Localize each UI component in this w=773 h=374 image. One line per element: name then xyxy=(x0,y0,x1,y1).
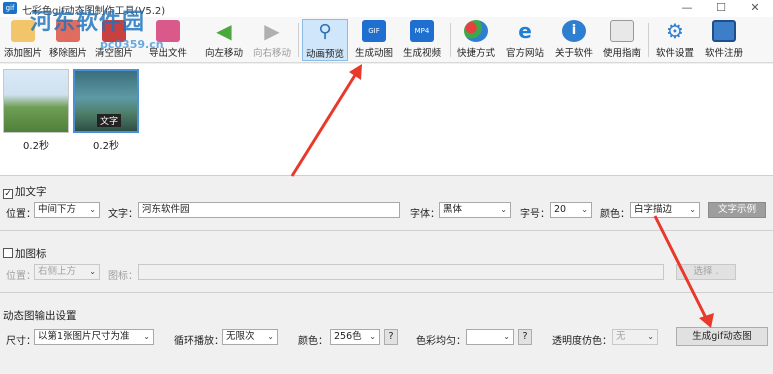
watermark-url: pc0359.cn xyxy=(100,38,164,51)
official-website-button[interactable]: e 官方网站 xyxy=(502,19,548,61)
icon-position-select[interactable]: 右侧上方 ⌄ xyxy=(34,264,100,280)
text-content-label: 文字： xyxy=(108,209,138,220)
toolbar-separator xyxy=(298,23,299,57)
thumbnail-duration: 0.2秒 xyxy=(93,141,119,152)
dither-label: 色彩均匀： xyxy=(416,336,466,347)
chevron-down-icon: ⌄ xyxy=(500,205,507,214)
image-thumbnail[interactable] xyxy=(3,69,69,133)
generate-video-button[interactable]: MP4 生成视频 xyxy=(400,19,444,61)
add-text-checkbox[interactable]: ✓ 加文字 xyxy=(3,184,47,199)
font-label: 字体： xyxy=(410,209,440,220)
app-icon: gif xyxy=(3,2,17,14)
register-icon xyxy=(712,20,736,42)
text-overlay-badge: 文字 xyxy=(97,114,122,127)
icon-path-input[interactable] xyxy=(138,264,664,280)
chevron-down-icon: ⌄ xyxy=(647,332,654,341)
add-icon-checkbox[interactable]: 加图标 xyxy=(3,246,47,261)
chevron-down-icon: ⌄ xyxy=(689,205,696,214)
text-color-select[interactable]: 白字描边 ⌄ xyxy=(630,202,700,218)
loop-label: 循环播放： xyxy=(174,336,224,347)
transparency-dither-label: 透明度仿色： xyxy=(552,336,612,347)
arrow-left-icon: ◀ xyxy=(216,19,232,43)
text-color-label: 颜色： xyxy=(600,209,630,220)
chevron-down-icon: ⌄ xyxy=(89,267,96,276)
arrow-right-icon: ▶ xyxy=(264,19,280,43)
toolbar-separator xyxy=(450,23,451,57)
size-select[interactable]: 以第1张图片尺寸为准 ⌄ xyxy=(34,329,154,345)
minimize-button[interactable]: — xyxy=(670,0,704,17)
info-icon: i xyxy=(562,20,586,42)
text-position-select[interactable]: 中间下方 ⌄ xyxy=(34,202,100,218)
browse-icon-button[interactable]: 选择 . xyxy=(676,264,736,280)
chevron-down-icon: ⌄ xyxy=(267,332,274,341)
close-button[interactable]: ✕ xyxy=(738,0,772,17)
user-guide-button[interactable]: 使用指南 xyxy=(600,19,644,61)
chevron-down-icon: ⌄ xyxy=(581,205,588,214)
guide-icon xyxy=(610,20,634,42)
section-divider xyxy=(0,292,773,293)
move-right-button[interactable]: ▶ 向右移动 xyxy=(250,19,294,61)
generate-gif-animation-button[interactable]: 生成gif动态图 xyxy=(676,327,768,346)
colors-select[interactable]: 256色 ⌄ xyxy=(330,329,380,345)
chevron-down-icon: ⌄ xyxy=(143,332,150,341)
transparency-dither-select[interactable]: 无 ⌄ xyxy=(612,329,658,345)
text-content-input[interactable]: 河东软件园 xyxy=(138,202,400,218)
chevron-down-icon: ⌄ xyxy=(89,205,96,214)
register-button[interactable]: 软件注册 xyxy=(702,19,746,61)
icon-path-label: 图标： xyxy=(108,271,138,282)
colors-label: 颜色： xyxy=(298,336,328,347)
checkbox-checked-icon: ✓ xyxy=(3,189,13,199)
mp4-icon: MP4 xyxy=(410,20,434,42)
font-size-select[interactable]: 20 ⌄ xyxy=(550,202,592,218)
dither-select[interactable]: ⌄ xyxy=(466,329,514,345)
gif-icon: GIF xyxy=(362,20,386,42)
section-divider xyxy=(0,230,773,231)
toolbar-separator xyxy=(648,23,649,57)
gear-icon: ⚙ xyxy=(666,19,684,43)
preview-icon: ⚲ xyxy=(318,21,332,42)
font-select[interactable]: 黑体 ⌄ xyxy=(439,202,511,218)
output-settings-label: 动态图输出设置 xyxy=(3,310,77,322)
chevron-down-icon: ⌄ xyxy=(503,332,510,341)
shortcut-button[interactable]: 快捷方式 xyxy=(454,19,498,61)
watermark-logo: 河东软件园 xyxy=(30,10,146,35)
image-list: 0.2秒 文字 0.2秒 xyxy=(0,64,773,176)
loop-select[interactable]: 无限次 ⌄ xyxy=(222,329,278,345)
ie-icon: e xyxy=(518,19,532,43)
about-button[interactable]: i 关于软件 xyxy=(552,19,596,61)
checkbox-unchecked-icon xyxy=(3,248,13,258)
chevron-down-icon: ⌄ xyxy=(369,332,376,341)
generate-gif-button[interactable]: GIF 生成动图 xyxy=(352,19,396,61)
maximize-button[interactable]: ☐ xyxy=(704,0,738,17)
move-left-button[interactable]: ◀ 向左移动 xyxy=(202,19,246,61)
text-sample-button[interactable]: 文字示例 xyxy=(708,202,766,218)
font-size-label: 字号： xyxy=(520,209,550,220)
image-thumbnail-selected[interactable]: 文字 xyxy=(73,69,139,133)
text-position-label: 位置： xyxy=(6,209,36,220)
size-label: 尺寸： xyxy=(6,336,36,347)
shortcut-icon xyxy=(464,20,488,42)
preview-animation-button[interactable]: ⚲ 动画预览 xyxy=(302,19,348,61)
dither-help-button[interactable]: ? xyxy=(518,329,532,345)
software-settings-button[interactable]: ⚙ 软件设置 xyxy=(652,19,698,61)
colors-help-button[interactable]: ? xyxy=(384,329,398,345)
icon-position-label: 位置： xyxy=(6,271,36,282)
thumbnail-duration: 0.2秒 xyxy=(23,141,49,152)
